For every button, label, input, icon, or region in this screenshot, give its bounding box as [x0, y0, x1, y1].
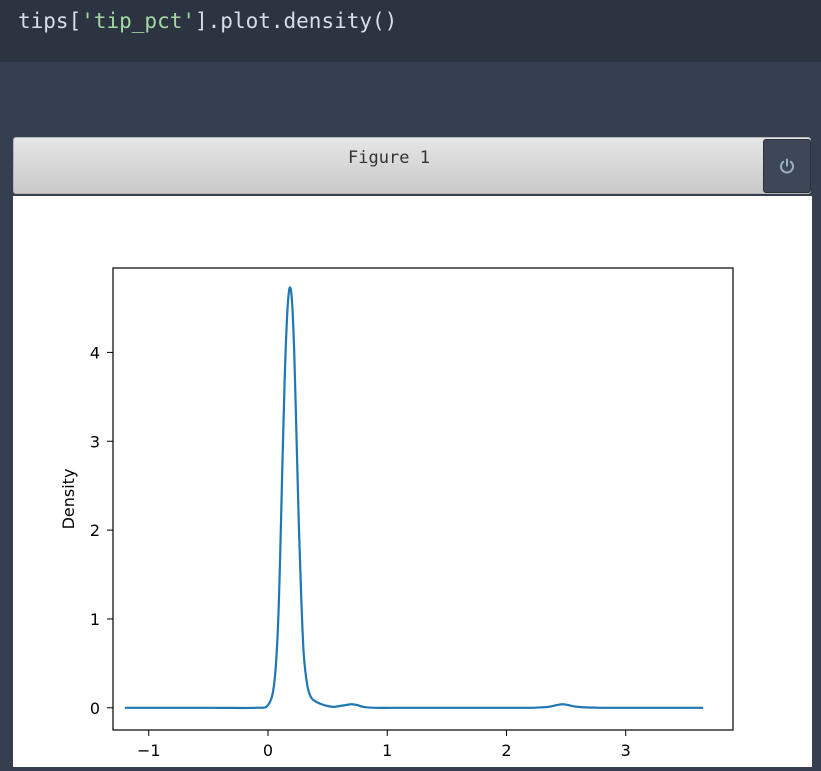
- code-string: 'tip_pct': [81, 9, 196, 33]
- density-chart: Density −1 0 1 2 3 0 1 2 3 4: [59, 267, 734, 760]
- y-tick-label: 2: [90, 521, 100, 540]
- y-tick-label: 1: [90, 610, 100, 629]
- x-tick-label: 2: [501, 741, 511, 760]
- y-axis-label: Density: [59, 469, 78, 530]
- code-line: tips['tip_pct'].plot.density(): [18, 9, 397, 33]
- close-figure-button[interactable]: [763, 139, 811, 193]
- figure-canvas[interactable]: Density −1 0 1 2 3 0 1 2 3 4: [13, 196, 812, 767]
- y-tick-label: 4: [90, 343, 100, 362]
- code-suffix: ].plot.density(): [195, 9, 398, 33]
- plot-frame: [112, 267, 734, 731]
- figure-title: Figure 1: [348, 148, 430, 168]
- x-tick-label: 0: [263, 741, 273, 760]
- y-tick-label: 3: [90, 432, 100, 451]
- density-line: [124, 286, 704, 710]
- figure-header: Figure 1: [13, 137, 811, 194]
- y-tick-label: 0: [90, 699, 100, 718]
- code-prefix: tips[: [18, 9, 82, 33]
- code-cell[interactable]: tips['tip_pct'].plot.density(): [0, 0, 821, 62]
- x-tick-label: −1: [137, 741, 161, 760]
- x-tick-label: 1: [382, 741, 392, 760]
- power-icon: [780, 158, 794, 174]
- x-tick-label: 3: [621, 741, 631, 760]
